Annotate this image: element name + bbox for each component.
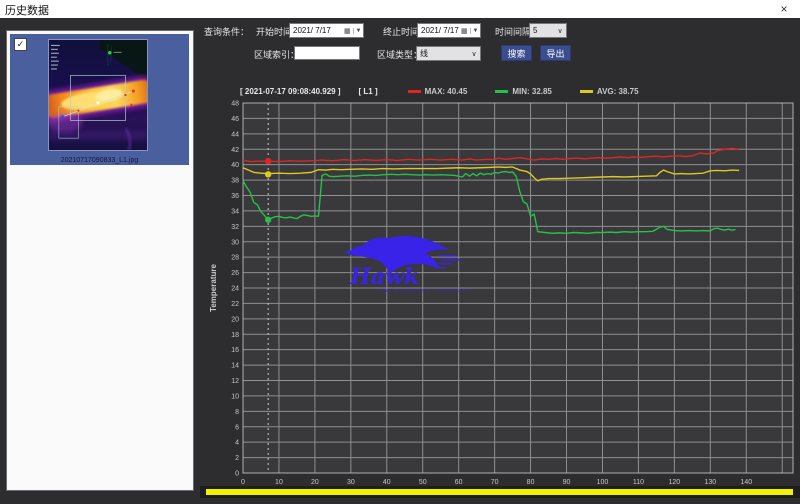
start-date-value: 2021/ 7/17 [290,26,344,35]
thermal-image-thumbnail [48,39,148,151]
y-tick-label: 2 [235,455,239,462]
region-index-input[interactable] [294,46,360,60]
horizontal-scrollbar-track [200,486,800,498]
legend-item: AVG: 38.75 [580,87,639,96]
chevron-down-icon: ∨ [554,27,566,35]
calendar-icon: ▦ [461,27,470,35]
calendar-icon: ▦ [344,27,353,35]
x-tick-label: 80 [527,479,535,486]
y-tick-label: 42 [231,147,239,154]
y-tick-label: 26 [231,270,239,277]
title-bar: 历史数据 × [0,0,800,19]
cursor-marker-max [265,158,271,164]
legend-item: MIN: 32.85 [495,87,552,96]
y-tick-label: 22 [231,301,239,308]
x-tick-label: 30 [347,479,355,486]
x-tick-label: 130 [704,479,716,486]
x-tick-label: 20 [311,479,319,486]
end-date-picker[interactable]: 2021/ 7/17 ▦ ▼ [417,23,481,38]
x-tick-label: 50 [419,479,427,486]
y-tick-label: 36 [231,193,239,200]
y-tick-label: 6 [235,424,239,431]
window-title: 历史数据 [5,2,49,18]
chart-region-label: [ L1 ] [359,87,378,96]
item-checkbox[interactable]: ✓ [14,38,27,51]
legend-label: MAX: 40.45 [425,87,468,96]
query-condition-label: 查询条件： [204,25,249,38]
region-type-select[interactable]: 线 ∨ [416,46,481,61]
y-tick-label: 16 [231,347,239,354]
end-date-value: 2021/ 7/17 [418,26,461,35]
y-tick-label: 28 [231,255,239,262]
y-tick-label: 0 [235,471,239,478]
cursor-marker-min [265,217,271,223]
image-filename: 20210717090833_L1.jpg [10,157,189,164]
y-tick-label: 38 [231,178,239,185]
horizontal-scrollbar-thumb[interactable] [206,489,793,495]
y-tick-label: 40 [231,162,239,169]
x-tick-label: 110 [633,479,644,486]
y-tick-label: 10 [231,393,239,400]
search-button[interactable]: 搜索 [501,45,532,61]
y-tick-label: 4 [235,440,239,447]
interval-select[interactable]: 5 ∨ [529,23,567,38]
legend-label: AVG: 38.75 [597,87,639,96]
chart-header: [ 2021-07-17 09:08:40.929 ] [ L1 ] MAX: … [240,87,667,96]
y-tick-label: 20 [231,316,239,323]
legend-swatch [408,90,421,93]
y-tick-label: 46 [231,116,239,123]
x-tick-label: 60 [455,479,463,486]
dropdown-arrow-icon[interactable]: ▼ [470,28,480,34]
interval-value: 5 [530,26,554,35]
list-item[interactable]: ✓ [10,34,189,165]
y-tick-label: 8 [235,409,239,416]
x-tick-label: 10 [275,479,283,486]
x-tick-label: 120 [669,479,681,486]
y-tick-label: 14 [231,363,239,370]
legend-item: MAX: 40.45 [408,87,468,96]
region-type-value: 线 [417,48,468,59]
start-date-picker[interactable]: 2021/ 7/17 ▦ ▼ [289,23,364,38]
image-list-panel: ✓ [6,30,194,491]
legend-swatch [580,90,593,93]
chart-area: 0102030405060708090100110120130140024681… [202,96,800,499]
y-tick-label: 32 [231,224,239,231]
close-icon[interactable]: × [776,1,792,17]
y-tick-label: 12 [231,378,239,385]
chart-timestamp: [ 2021-07-17 09:08:40.929 ] [240,87,341,96]
chevron-down-icon: ∨ [468,50,480,58]
region-index-label: 区域索引： [254,48,299,61]
x-tick-label: 0 [241,479,245,486]
x-tick-label: 140 [740,479,752,486]
y-tick-label: 24 [231,286,239,293]
export-button[interactable]: 导出 [540,45,571,61]
temperature-chart[interactable]: 0102030405060708090100110120130140024681… [202,96,800,499]
y-tick-label: 30 [231,239,239,246]
y-tick-label: 18 [231,332,239,339]
legend-label: MIN: 32.85 [512,87,552,96]
x-tick-label: 100 [597,479,609,486]
legend-swatch [495,90,508,93]
dropdown-arrow-icon[interactable]: ▼ [353,28,363,34]
cursor-marker-avg [265,171,271,177]
y-tick-label: 48 [231,101,239,108]
y-tick-label: 44 [231,131,239,138]
x-tick-label: 70 [491,479,499,486]
y-axis-label: Temperature [209,264,218,312]
y-tick-label: 34 [231,208,239,215]
main-content: ✓ [0,18,800,503]
x-tick-label: 40 [383,479,391,486]
chart-legend: MAX: 40.45 MIN: 32.85 AVG: 38.75 [408,87,667,96]
x-tick-label: 90 [563,479,571,486]
